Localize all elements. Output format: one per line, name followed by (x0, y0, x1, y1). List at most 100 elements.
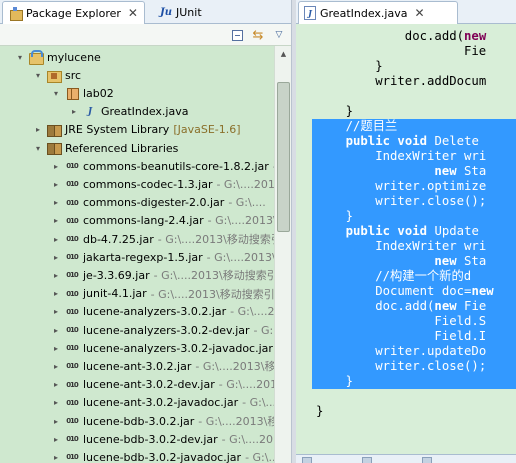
code-token: writer.close(); (375, 359, 487, 373)
collapsed-arrow-icon[interactable]: ▸ (50, 379, 62, 391)
tree-item[interactable]: ▸ 010 lucene-bdb-3.0.2.jar - G:\....2013\移 (0, 412, 274, 430)
tree-item[interactable]: ▸ 010 je-3.3.69.jar - G:\....2013\移动搜索引 (0, 266, 274, 284)
code-token: } (345, 104, 353, 118)
code-line-selected: } (312, 374, 516, 389)
package-explorer-view: Package Explorer ✕ Ju JUnit ⇆ ▽ ▾ mylucen… (0, 0, 291, 463)
code-line-selected: Document doc=new (312, 284, 516, 299)
code-token: } (345, 374, 353, 388)
collapsed-arrow-icon[interactable]: ▸ (50, 433, 62, 445)
keyword-token: new (471, 284, 494, 298)
tab-greatindex-java[interactable]: J GreatIndex.java ✕ (298, 1, 458, 24)
code-token: Field.S (434, 314, 487, 328)
tree-item[interactable]: ▸ 010 lucene-analyzers-3.0.2-dev.jar - G: (0, 321, 274, 339)
tree-scrollbar[interactable]: ▲ (274, 46, 291, 463)
tab-junit[interactable]: Ju JUnit (154, 1, 228, 24)
keyword-token: public (345, 134, 391, 148)
tree-item-path: - G:\....2013\移动搜索引 (150, 287, 274, 301)
tree-item[interactable]: ▸010jakarta-regexp-1.5.jar- G:\....2013\… (0, 248, 274, 266)
collapsed-arrow-icon[interactable]: ▸ (50, 178, 62, 190)
collapsed-arrow-icon[interactable]: ▸ (50, 306, 62, 318)
tree-item[interactable]: ▾ lab02 (0, 84, 274, 102)
problems-tab-icon[interactable] (302, 457, 312, 463)
bottom-tab-bar (296, 454, 516, 463)
tree-item-label: GreatIndex.java (101, 105, 189, 119)
code-line-selected: writer.optimize (312, 179, 516, 194)
code-token: } (345, 209, 353, 223)
collapsed-arrow-icon[interactable]: ▸ (50, 269, 62, 281)
tree-item[interactable]: ▸010lucene-bdb-3.0.2-javadoc.jar- G:\...… (0, 448, 274, 463)
tree-item[interactable]: ▸010commons-beanutils-core-1.8.2.jar- (0, 157, 274, 175)
collapsed-arrow-icon[interactable]: ▸ (50, 288, 62, 300)
tree-item[interactable]: ▸ JRE System Library [JavaSE-1.6] (0, 121, 274, 139)
declaration-tab-icon[interactable] (422, 457, 432, 463)
code-line: } (312, 59, 382, 74)
expanded-arrow-icon[interactable]: ▾ (14, 51, 26, 63)
collapsed-arrow-icon[interactable]: ▸ (50, 415, 62, 427)
code-editor[interactable]: doc.add(new Fie} writer.addDocum}//题目兰 pub… (312, 24, 516, 454)
tree-item[interactable]: ▸ 010 commons-lang-2.4.jar - G:\....2013\ (0, 212, 274, 230)
jar-icon: 010 (64, 287, 80, 302)
scrollbar-thumb[interactable] (277, 82, 290, 232)
collapsed-arrow-icon[interactable]: ▸ (68, 106, 80, 118)
tree-item[interactable]: ▸ 010 commons-digester-2.0.jar - G:\.... (0, 194, 274, 212)
tree-item[interactable]: ▸010commons-codec-1.3.jar- G:\....2013 (0, 175, 274, 193)
code-token: writer.addDocum (375, 74, 487, 88)
close-icon[interactable]: ✕ (414, 6, 424, 20)
jar-icon: 010 (64, 159, 80, 175)
package-icon (64, 86, 80, 101)
tree-item[interactable]: ▾ Referenced Libraries (0, 139, 274, 157)
tree-item[interactable]: ▸ 010 lucene-ant-3.0.2-dev.jar - G:\....201… (0, 376, 274, 394)
jar-icon: 010 (64, 323, 80, 338)
tree-item[interactable]: ▸ 010 lucene-analyzers-3.0.2.jar - G:\....2… (0, 303, 274, 321)
collapsed-arrow-icon[interactable]: ▸ (50, 360, 62, 372)
collapsed-arrow-icon[interactable]: ▸ (50, 215, 62, 227)
link-with-editor-icon[interactable]: ⇆ (250, 27, 266, 43)
tree-item[interactable]: ▸010lucene-bdb-3.0.2-dev.jar- G:\....201… (0, 430, 274, 448)
tree-item[interactable]: ▸010lucene-ant-3.0.2-javadoc.jar- G:\...… (0, 394, 274, 412)
view-menu-icon[interactable]: ▽ (271, 27, 287, 43)
collapsed-arrow-icon[interactable]: ▸ (50, 160, 62, 172)
jar-icon: 010 (64, 232, 80, 247)
collapsed-arrow-icon[interactable]: ▸ (50, 324, 62, 336)
code-line-selected: Field.S (312, 314, 516, 329)
collapsed-arrow-icon[interactable]: ▸ (50, 342, 62, 354)
tree-item[interactable]: ▸010lucene-analyzers-3.0.2-javadoc.jar- (0, 339, 274, 357)
tree-item-path: - G:\....2013 (216, 177, 274, 191)
java-file-icon: J (304, 6, 316, 20)
tree-item[interactable]: ▸010lucene-ant-3.0.2.jar- G:\....2013\移动 (0, 357, 274, 375)
code-line-selected: writer.updateDo (312, 344, 516, 359)
expanded-arrow-icon[interactable]: ▾ (32, 142, 44, 154)
collapsed-arrow-icon[interactable]: ▸ (50, 397, 62, 409)
tree-item[interactable]: ▾ src (0, 66, 274, 84)
collapsed-arrow-icon[interactable]: ▸ (50, 197, 62, 209)
keyword-token: new (434, 299, 457, 313)
tree-item-label: junit-4.1.jar (83, 287, 147, 301)
close-icon[interactable]: ✕ (128, 6, 138, 20)
tree-item-label: lab02 (83, 86, 114, 100)
expanded-arrow-icon[interactable]: ▾ (32, 69, 44, 81)
tree-item-label: lucene-bdb-3.0.2-dev.jar (83, 432, 218, 446)
tab-junit-label: JUnit (176, 6, 202, 19)
code-line-selected: Field.I (312, 329, 516, 344)
jar-icon: 010 (64, 359, 80, 375)
collapsed-arrow-icon[interactable]: ▸ (50, 451, 62, 463)
scroll-up-icon[interactable]: ▲ (275, 46, 292, 62)
tab-package-explorer-label: Package Explorer (26, 6, 121, 20)
tree-item[interactable]: ▸ 010 db-4.7.25.jar - G:\....2013\移动搜索引 (0, 230, 274, 248)
collapsed-arrow-icon[interactable]: ▸ (32, 124, 44, 136)
tree-item[interactable]: ▸ J GreatIndex.java (0, 103, 274, 121)
tree-item-path: - G:\....2013\移 (198, 415, 274, 428)
tree-item[interactable]: ▾ mylucene (0, 48, 274, 66)
tab-package-explorer[interactable]: Package Explorer ✕ (2, 1, 145, 24)
javadoc-tab-icon[interactable] (362, 457, 372, 463)
collapse-all-icon[interactable] (229, 27, 245, 43)
keyword-token: void (397, 224, 428, 238)
tree-item[interactable]: ▸ 010 junit-4.1.jar - G:\....2013\移动搜索引 (0, 285, 274, 303)
tree-item-path: - G:\....2 (242, 396, 274, 410)
collapsed-arrow-icon[interactable]: ▸ (50, 233, 62, 245)
library-icon (46, 123, 62, 137)
collapsed-arrow-icon[interactable]: ▸ (50, 251, 62, 263)
tree-item-label: lucene-ant-3.0.2-javadoc.jar (83, 396, 239, 410)
expanded-arrow-icon[interactable]: ▾ (50, 87, 62, 99)
